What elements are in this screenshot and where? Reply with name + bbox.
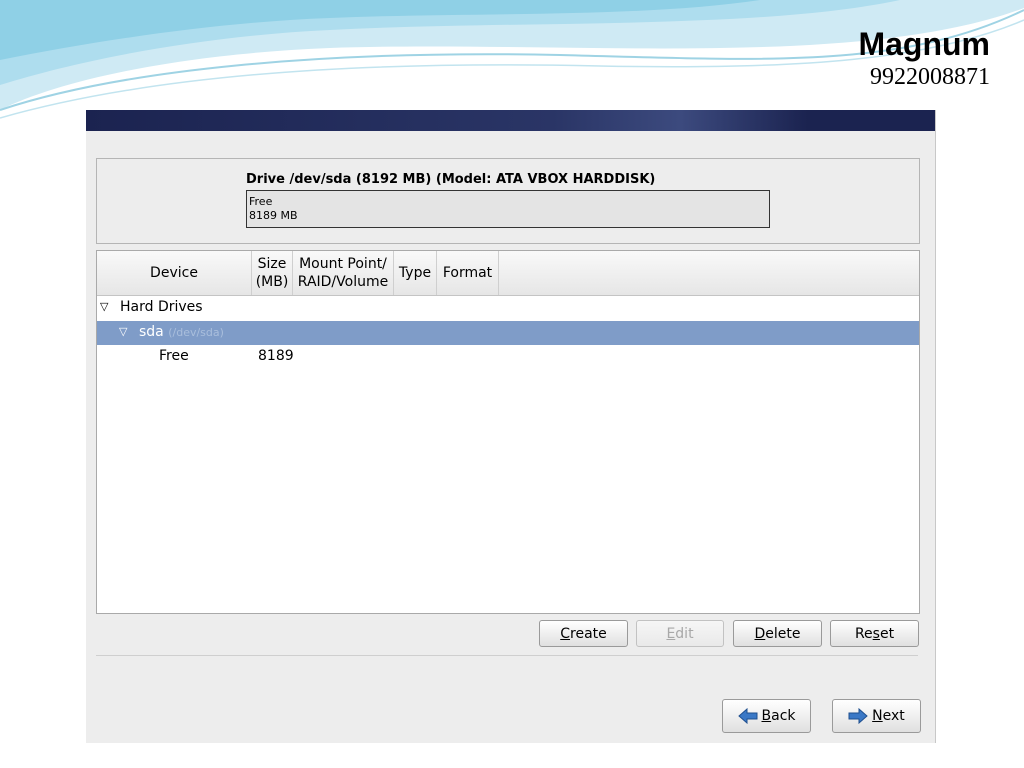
next-mnemonic: N [872,708,883,724]
expander-down-icon[interactable]: ▽ [100,300,108,313]
delete-mnemonic: D [754,625,766,642]
create-button[interactable]: Create [539,620,628,647]
edit-rest: dit [675,625,694,642]
delete-button[interactable]: Delete [733,620,822,647]
column-format-label: Format [442,265,493,281]
back-mnemonic: B [761,708,772,724]
drive-free-segment[interactable]: Free 8189 MB [246,190,770,228]
segment-size: 8189 MB [249,209,298,222]
edit-mnemonic: E [666,625,676,642]
back-arrow-icon [737,708,757,724]
column-format[interactable]: Format [437,251,499,295]
column-mount-label-2: RAID/Volume [297,274,389,290]
tree-header: Device Size (MB) Mount Point/ RAID/Volum… [97,251,919,296]
free-label: Free [159,348,189,364]
segment-label: Free [249,195,273,208]
tree-row-free[interactable]: Free 8189 [97,345,919,369]
next-arrow-icon [848,708,868,724]
installer-window: Drive /dev/sda (8192 MB) (Model: ATA VBO… [86,110,935,743]
installer-banner [86,110,935,131]
tree-row-sda[interactable]: ▽ sda (/dev/sda) [97,321,919,345]
reset-rest: et [879,625,895,642]
window-edge [935,110,936,743]
brand-phone: 9922008871 [870,64,990,90]
next-button[interactable]: Next [832,699,921,733]
brand-name: Magnum [858,26,990,62]
back-button[interactable]: Back [722,699,811,733]
next-rest: ext [882,708,905,724]
create-rest: reate [570,625,607,642]
edit-button[interactable]: Edit [636,620,724,647]
column-device[interactable]: Device [97,251,252,295]
drive-graph-panel: Drive /dev/sda (8192 MB) (Model: ATA VBO… [96,158,920,244]
column-device-label: Device [150,265,198,281]
reset-start: Re [854,625,873,642]
column-size[interactable]: Size (MB) [252,251,293,295]
delete-rest: elete [765,625,801,642]
tree-row-hard-drives[interactable]: ▽ Hard Drives [97,296,919,320]
expander-down-icon[interactable]: ▽ [119,325,127,338]
column-mount-point[interactable]: Mount Point/ RAID/Volume [293,251,394,295]
create-mnemonic: C [560,625,571,642]
column-type[interactable]: Type [394,251,437,295]
column-size-label-1: Size [257,256,287,272]
brand-block: Magnum 9922008871 [858,26,990,92]
drive-title: Drive /dev/sda (8192 MB) (Model: ATA VBO… [246,172,656,187]
group-label: Hard Drives [120,299,203,315]
reset-button[interactable]: Re s et [830,620,919,647]
reset-mnemonic: s [872,625,880,642]
disk-name: sda [139,324,164,340]
disk-path: (/dev/sda) [168,326,224,339]
column-size-label-2: (MB) [255,274,289,290]
column-type-label: Type [398,265,432,281]
column-mount-label-1: Mount Point/ [299,256,387,272]
separator [96,655,918,656]
partition-tree[interactable]: Device Size (MB) Mount Point/ RAID/Volum… [96,250,920,614]
free-size: 8189 [258,348,294,364]
back-rest: ack [771,708,796,724]
